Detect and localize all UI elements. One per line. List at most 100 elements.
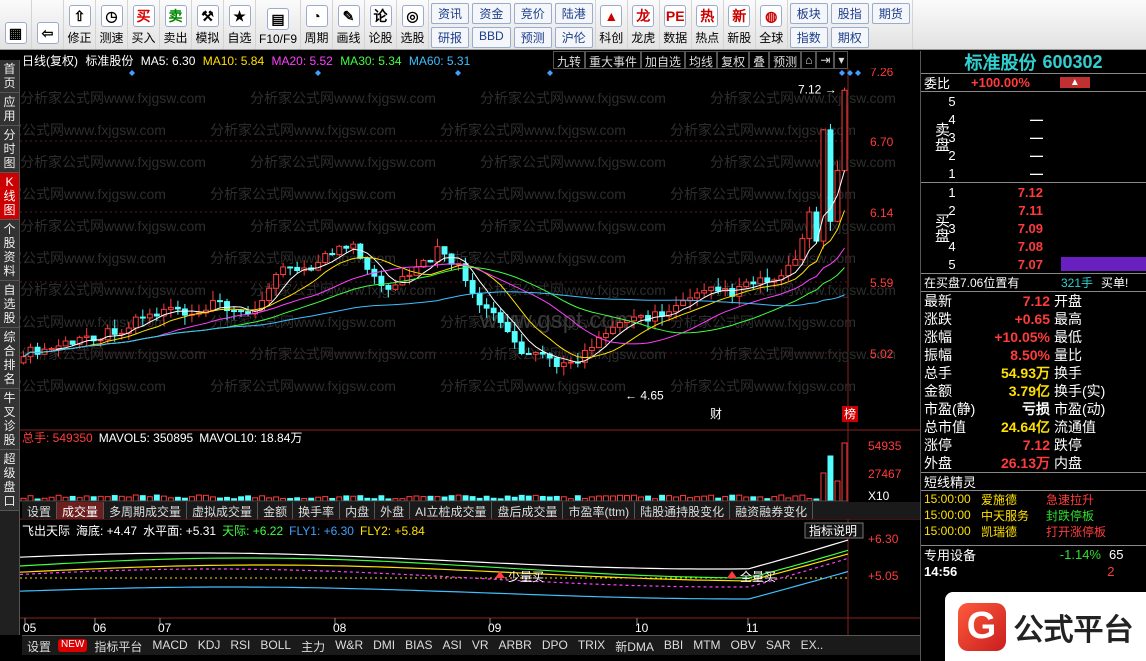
indicator-button[interactable]: ASI (437, 636, 466, 655)
event-diamond-icon[interactable] (315, 70, 321, 76)
toolbar-button-f10[interactable]: ▤ F10/F9 (256, 0, 302, 49)
buy-level-row[interactable]: 4 7.08 (941, 237, 1146, 255)
chart-tool-button[interactable]: 加自选 (641, 51, 686, 69)
volume-tab[interactable]: 金额 (258, 502, 294, 519)
indicator-button[interactable]: BIAS (400, 636, 437, 655)
toolbar-button-hammer[interactable]: ⚒ 模拟 (192, 0, 224, 49)
chart-tool-button[interactable]: 重大事件 (585, 51, 642, 69)
jl-row[interactable]: 15:00:00 凯瑞德 打开涨停板 (921, 523, 1146, 539)
chart-tool-button[interactable]: 叠 (749, 51, 770, 69)
indicator-button[interactable]: RSI (225, 636, 255, 655)
toolbar-small-button[interactable]: 陆港 (554, 3, 593, 24)
indicator-button[interactable]: 设置 (22, 636, 56, 655)
toolbar-small-button[interactable]: 沪伦 (554, 27, 593, 48)
indicator-button[interactable]: TRIX (573, 636, 610, 655)
toolbar-button-pen[interactable]: ✎ 画线 (333, 0, 366, 49)
home-icon[interactable]: ⌂ (801, 51, 817, 69)
toolbar-button-globe[interactable]: ◍ 全球 (756, 0, 788, 49)
side-tab[interactable]: 牛叉诊股 (0, 389, 19, 450)
indicator-button[interactable]: 主力 (296, 636, 330, 655)
jl-row[interactable]: 15:00:00 中天服务 封跌停板 (921, 507, 1146, 523)
indicator-button[interactable]: OBV (726, 636, 761, 655)
toolbar-small-button[interactable]: 资金 (472, 3, 511, 24)
volume-tab[interactable]: 外盘 (375, 502, 411, 519)
indicator-button[interactable]: KDJ (193, 636, 226, 655)
indicator-button[interactable]: W&R (330, 636, 368, 655)
collapse-icon[interactable]: ▲ (1059, 77, 1090, 88)
toolbar-small-button[interactable]: 期货 (871, 3, 910, 24)
volume-tab[interactable]: 市盈率(ttm) (563, 502, 636, 519)
toolbar-small-button[interactable]: 股指 (830, 3, 869, 24)
chart-tool-button[interactable]: 预测 (769, 51, 802, 69)
indicator-button[interactable]: VR (467, 636, 494, 655)
chart-tool-button[interactable]: 均线 (685, 51, 718, 69)
period-label[interactable]: 日线(复权) (22, 54, 78, 68)
toolbar-button-sci[interactable]: ▲ 科创 (596, 0, 628, 49)
toolbar-button-sell[interactable]: 卖卖出 (160, 0, 192, 49)
toolbar-small-button[interactable]: 竞价 (513, 3, 552, 24)
volume-tab[interactable]: 成交量 (57, 502, 105, 519)
volume-tab[interactable]: 盘后成交量 (492, 502, 564, 519)
sell-level-row[interactable]: 3— (941, 128, 1043, 146)
side-tab[interactable]: 个股资料 (0, 220, 19, 281)
indicator-button[interactable]: SAR (761, 636, 796, 655)
toolbar-small-button[interactable]: 板块 (789, 3, 828, 24)
chart-tool-button[interactable]: 九转 (553, 51, 586, 69)
volume-tab[interactable]: AI立桩成交量 (410, 502, 493, 519)
new-badge[interactable]: NEW (58, 639, 88, 652)
indicator-button[interactable]: MTM (688, 636, 725, 655)
volume-tab[interactable]: 陆股通持股变化 (635, 502, 731, 519)
volume-tab[interactable]: 内盘 (340, 502, 376, 519)
side-tab[interactable]: 超级盘口 (0, 450, 19, 511)
toolbar-button-buy[interactable]: 买买入 (128, 0, 160, 49)
jump-end-icon[interactable]: ⇥ (816, 51, 835, 69)
side-tab[interactable]: 应用 (0, 93, 19, 126)
indicator-button[interactable]: BOLL (255, 636, 296, 655)
toolbar-small-button[interactable]: 资讯 (431, 3, 470, 24)
event-diamond-icon[interactable] (547, 70, 553, 76)
sell-level-row[interactable]: 2— (941, 146, 1043, 164)
indicator-button[interactable]: BBI (659, 636, 688, 655)
side-tab[interactable]: 分时图 (0, 126, 19, 173)
toolbar-small-button[interactable]: 预测 (513, 27, 552, 48)
side-tab[interactable]: 自选股 (0, 281, 19, 328)
sell-level-row[interactable]: 4— (941, 110, 1043, 128)
toolbar-button-hot[interactable]: 热热点 (692, 0, 724, 49)
dropdown-icon[interactable]: ▾ (834, 51, 849, 69)
toolbar-button-new[interactable]: 新新股 (724, 0, 756, 49)
volume-tab[interactable]: 融资融券变化 (730, 502, 814, 519)
volume-tab[interactable]: 换手率 (293, 502, 341, 519)
toolbar-button-back-arrow[interactable]: ⇦ (32, 0, 64, 49)
indicator-button[interactable]: DPO (537, 636, 573, 655)
event-diamond-icon[interactable] (855, 70, 861, 76)
volume-tab[interactable]: 虚拟成交量 (187, 502, 259, 519)
toolbar-small-button[interactable]: 指数 (789, 27, 828, 48)
side-tab[interactable]: K线图 (0, 173, 19, 220)
indicator-button[interactable]: ARBR (493, 636, 536, 655)
toolbar-small-button[interactable]: BBD (472, 27, 511, 48)
toolbar-button-discuss[interactable]: 论论股 (365, 0, 398, 49)
event-diamond-icon[interactable] (129, 70, 135, 76)
sell-level-row[interactable]: 1— (941, 164, 1043, 182)
chart-tool-button[interactable]: 复权 (717, 51, 750, 69)
event-diamond-icon[interactable] (455, 70, 461, 76)
side-tab[interactable]: 首页 (0, 60, 19, 93)
jl-row[interactable]: 15:00:00 爱施德 急速拉升 (921, 491, 1146, 507)
toolbar-button-screen[interactable]: ◎ 选股 (397, 0, 430, 49)
sell-level-row[interactable]: 5 (941, 92, 1043, 110)
toolbar-button-clock[interactable]: ◷ 测速 (96, 0, 128, 49)
toolbar-button-period[interactable]: ◔ 周期 (301, 0, 334, 49)
indicator-button[interactable]: MACD (147, 636, 192, 655)
toolbar-button-star[interactable]: ★ 自选 (224, 0, 256, 49)
indicator-button[interactable]: EX.. (796, 636, 829, 655)
indicator-button[interactable]: 新DMA (610, 636, 659, 655)
buy-level-row[interactable]: 3 7.09 (941, 219, 1146, 237)
buy-level-row[interactable]: 5 7.07 (941, 255, 1146, 273)
volume-tab[interactable]: 多周期成交量 (104, 502, 188, 519)
buy-level-row[interactable]: 2 7.11 (941, 201, 1146, 219)
sector-name[interactable]: 专用设备 (921, 545, 1041, 564)
toolbar-button-up-arrow[interactable]: ⇧ 修正 (64, 0, 96, 49)
toolbar-button-pe[interactable]: PE 数据 (660, 0, 692, 49)
toolbar-small-button[interactable]: 期权 (830, 27, 869, 48)
buy-level-row[interactable]: 1 7.12 (941, 183, 1146, 201)
